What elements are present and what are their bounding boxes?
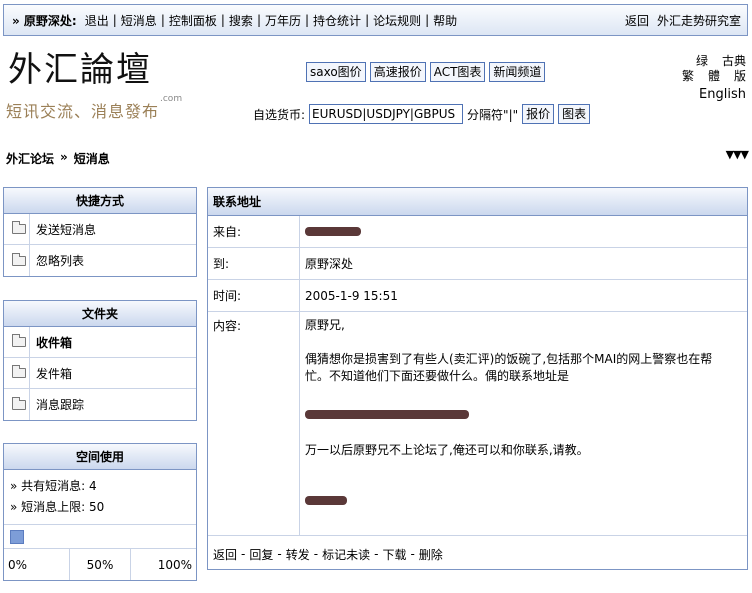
forward-action[interactable]: 转发 [286,546,310,563]
currency-label: 自选货币: [253,107,306,122]
lang-classic[interactable]: 古典 [722,54,746,69]
folder-icon [11,396,26,410]
nav-messages[interactable]: 短消息 [117,12,161,29]
nav-control-panel[interactable]: 控制面板 [165,12,221,29]
breadcrumb: 外汇论坛 » 短消息 [6,150,110,167]
scale-50: 50% [70,549,132,580]
back-action[interactable]: 返回 [213,546,237,563]
usage-bar [4,524,196,548]
scale-100: 100% [157,557,193,572]
nav-calendar[interactable]: 万年历 [261,12,305,29]
quote-button[interactable]: 报价 [522,104,555,124]
reply-action[interactable]: 回复 [249,546,273,563]
inbox-link[interactable]: 收件箱 [4,326,196,358]
breadcrumb-current: 短消息 [73,152,110,166]
message-paragraph-1: 偶猜想你是损害到了有些人(卖汇评)的饭碗了,包括那个MAI的网上警察也在帮忙。不… [305,352,713,383]
to-row: 到: 原野深处 [208,248,747,280]
message-limit: » 短消息上限: 50 [10,500,105,514]
delete-action[interactable]: 删除 [419,546,443,563]
message-actions: 返回 - 回复 - 转发 - 标记未读 - 下载 - 删除 [213,546,443,563]
folder-icon [11,334,26,347]
logo-title: 外汇論壇 [8,50,152,90]
nav-help[interactable]: 帮助 [429,12,461,29]
message-subject: 联系地址 [208,188,747,216]
news-channel-button[interactable]: 新闻频道 [489,62,546,82]
outbox-link[interactable]: 发件箱 [4,357,196,389]
message-tracking-link[interactable]: 消息跟踪 [4,389,196,420]
top-nav-links: 退出 | 短消息 | 控制面板 | 搜索 | 万年历 | 持仓统计 | 论坛规则 | 帮助 [81,12,461,29]
lang-traditional[interactable]: 繁 [682,69,694,84]
act-chart-button[interactable]: ACT图表 [429,62,486,82]
space-usage-panel: 空间使用 » 共有短消息: 4 » 短消息上限: 50 0% 50% 100% [3,443,197,581]
message-count: » 共有短消息: 4 [10,479,97,493]
nav-forum-rules[interactable]: 论坛规则 [369,12,425,29]
lang-ti[interactable]: 體 [708,69,720,84]
redacted-sender [305,227,361,236]
currency-separator-hint: 分隔符"|" [467,107,519,122]
message-paragraph-2: 万一以后原野兄不上论坛了,俺还可以和你联系,请教。 [305,443,589,457]
to-label: 到: [208,248,300,279]
folder-icon [11,252,26,266]
breadcrumb-separator: » [60,150,68,164]
mark-unread-action[interactable]: 标记未读 [322,546,370,563]
breadcrumb-forum[interactable]: 外汇论坛 [6,150,54,167]
message-greeting: 原野兄, [305,318,345,332]
lang-green[interactable]: 绿 [696,54,708,69]
usage-scale: 0% 50% 100% [4,548,196,580]
send-message-link[interactable]: 发送短消息 [4,213,196,245]
folder-icon [11,365,26,378]
expand-arrows-icon[interactable]: ▼▼▼ [726,148,749,161]
time-row: 时间: 2005-1-9 15:51 [208,280,747,312]
usage-bar-fill [10,529,24,544]
folders-title: 文件夹 [4,301,196,327]
scale-0: 0% [4,549,70,580]
time-value: 2005-1-9 15:51 [305,288,398,303]
quick-links-title: 快捷方式 [4,188,196,214]
lang-ban[interactable]: 版 [734,69,746,84]
folders-panel: 文件夹 收件箱 发件箱 消息跟踪 [3,300,197,421]
message-panel: 联系地址 来自: 到: 原野深处 时间: 2005-1-9 15:51 内容: … [207,187,748,570]
currency-input[interactable] [309,104,464,124]
content-row: 内容: 原野兄, 偶猜想你是损害到了有些人(卖汇评)的饭碗了,包括那个MAI的网… [208,312,747,536]
language-switcher: 绿 古典 繁 體 版 English [682,54,746,102]
to-value: 原野深处 [305,257,354,271]
nav-research-room[interactable]: 外汇走势研究室 [657,12,741,29]
nav-logout[interactable]: 退出 [81,12,113,29]
saxo-chart-button[interactable]: saxo图价 [306,62,366,82]
quote-toolbar: saxo图价 高速报价 ACT图表 新闻频道 [306,62,546,82]
lang-english[interactable]: English [682,87,746,102]
download-action[interactable]: 下载 [382,546,406,563]
currency-selector: 自选货币: 分隔符"|" 报价 图表 [253,104,591,124]
content-label: 内容: [208,312,300,535]
space-usage-title: 空间使用 [4,444,196,470]
forum-logo[interactable]: 外汇論壇 .com 短讯交流、消息發布 [6,50,182,128]
chart-button[interactable]: 图表 [558,104,591,124]
ignore-list-link[interactable]: 忽略列表 [4,245,196,276]
folder-icon [11,221,26,234]
nav-position-stats[interactable]: 持仓统计 [309,12,365,29]
current-username: » 原野深处: [12,13,77,28]
top-nav-bar: » 原野深处: 退出 | 短消息 | 控制面板 | 搜索 | 万年历 | 持仓统计 | 论坛… [3,4,748,36]
from-label: 来自: [208,216,300,247]
nav-back[interactable]: 返回 [625,12,649,29]
nav-search[interactable]: 搜索 [225,12,257,29]
from-row: 来自: [208,216,747,248]
fast-quote-button[interactable]: 高速报价 [369,62,426,82]
redacted-address [305,410,469,419]
top-nav-right: 返回 外汇走势研究室 [625,12,741,29]
redacted-signature [305,496,347,505]
time-label: 时间: [208,280,300,311]
quick-links-panel: 快捷方式 发送短消息 忽略列表 [3,187,197,277]
logo-subtitle: 短讯交流、消息發布 [6,102,160,121]
message-body: 原野兄, 偶猜想你是损害到了有些人(卖汇评)的饭碗了,包括那个MAI的网上警察也… [300,312,747,535]
